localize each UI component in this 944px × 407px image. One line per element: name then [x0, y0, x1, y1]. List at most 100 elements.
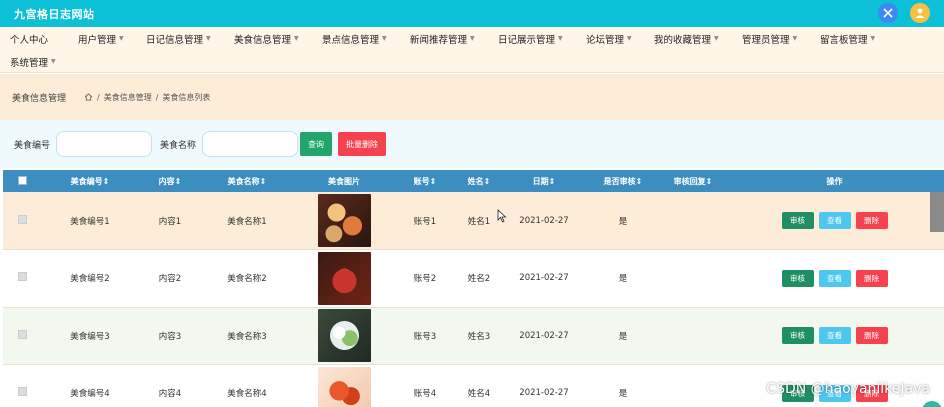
batch-delete-button[interactable]: 批量删除: [338, 132, 387, 156]
table-header-row: 美食编号⇕ 内容⇕ 美食名称⇕ 美食图片 账号⇕ 姓名⇕ 日期⇕ 是否审核⇕ 审…: [3, 170, 944, 192]
col-header[interactable]: 姓名⇕: [455, 170, 503, 192]
nav-user-mgmt[interactable]: 用户管理 ▼: [68, 32, 136, 46]
col-header[interactable]: 账号⇕: [395, 170, 455, 192]
cell-audited: 是: [618, 274, 628, 285]
col-label: 美食图片: [328, 176, 360, 186]
cell-person: 姓名1: [467, 216, 491, 227]
view-button[interactable]: 查看: [818, 212, 851, 229]
row-checkbox[interactable]: [17, 214, 27, 224]
delete-button[interactable]: 删除: [855, 269, 888, 287]
row-checkbox[interactable]: [17, 329, 27, 339]
cell-code: 美食编号1: [70, 216, 110, 227]
caret-down-icon: ▼: [51, 58, 56, 65]
search-bar: 美食编号 美食名称 查询 批量删除: [0, 120, 944, 168]
food-code-input[interactable]: [56, 131, 153, 157]
cell-audited: 是: [618, 389, 628, 400]
food-name-input[interactable]: [202, 131, 299, 157]
cell-audited: 是: [618, 216, 628, 227]
col-header[interactable]: 内容⇕: [139, 170, 201, 192]
select-all-cell: [3, 170, 41, 192]
nav-diary-display-mgmt[interactable]: 日记展示管理 ▼: [488, 32, 576, 46]
delete-button[interactable]: 删除: [855, 212, 888, 229]
food-image[interactable]: [317, 194, 371, 247]
nav-label: 景点信息管理: [322, 34, 380, 46]
select-all-checkbox[interactable]: [17, 175, 27, 185]
home-icon[interactable]: [84, 93, 93, 101]
nav-personal-center[interactable]: 个人中心: [0, 32, 68, 46]
nav-system-mgmt[interactable]: 系统管理 ▼: [0, 55, 56, 69]
caret-down-icon: ▼: [382, 35, 387, 42]
nav-news-mgmt[interactable]: 新闻推荐管理 ▼: [400, 32, 488, 46]
nav-forum-mgmt[interactable]: 论坛管理 ▼: [576, 32, 644, 46]
view-button[interactable]: 查看: [818, 269, 851, 287]
col-label: 账号: [413, 176, 430, 186]
user-icon: [915, 8, 925, 18]
settings-icon[interactable]: [878, 3, 898, 23]
cell-person: 姓名2: [467, 274, 491, 285]
table-row[interactable]: 美食编号3 内容3 美食名称3 账号3 姓名3 2021-02-27 是 审核 …: [3, 307, 944, 365]
view-button[interactable]: 查看: [818, 327, 851, 345]
nav-label: 日记信息管理: [146, 34, 204, 46]
col-label: 日期: [532, 176, 549, 186]
row-checkbox[interactable]: [17, 387, 27, 397]
sort-icon: ⇕: [174, 176, 182, 186]
row-checkbox[interactable]: [17, 272, 27, 282]
sort-icon: ⇕: [635, 176, 643, 186]
search-label-code: 美食编号: [14, 140, 51, 151]
breadcrumb-sep: /: [97, 92, 100, 102]
nav-diary-mgmt[interactable]: 日记信息管理 ▼: [136, 32, 224, 46]
cell-person: 姓名3: [467, 331, 491, 342]
food-image[interactable]: [317, 251, 371, 305]
cell-date: 2021-02-27: [519, 388, 569, 399]
food-image[interactable]: [317, 366, 371, 407]
search-button[interactable]: 查询: [300, 132, 333, 156]
nav-scenic-mgmt[interactable]: 景点信息管理 ▼: [312, 32, 400, 46]
caret-down-icon: ▼: [470, 35, 475, 42]
cell-name: 美食名称1: [227, 216, 267, 227]
cell-content: 内容3: [158, 331, 182, 342]
cell-reply: [661, 250, 725, 308]
nav-favorites-mgmt[interactable]: 我的收藏管理 ▼: [644, 32, 732, 46]
scrollbar-thumb[interactable]: [930, 192, 944, 232]
breadcrumb-item: 美食信息列表: [162, 92, 211, 102]
breadcrumb: 美食信息管理 / 美食信息管理 / 美食信息列表: [0, 74, 944, 120]
delete-button[interactable]: 删除: [855, 327, 888, 345]
food-image[interactable]: [317, 309, 371, 363]
cell-date: 2021-02-27: [519, 330, 569, 341]
search-label-name: 美食名称: [160, 140, 197, 151]
row-actions: 审核 查看 删除: [725, 212, 944, 229]
nav-admin-mgmt[interactable]: 管理员管理 ▼: [732, 32, 810, 46]
caret-down-icon: ▼: [294, 35, 299, 42]
caret-down-icon: ▼: [627, 35, 632, 42]
col-header[interactable]: 是否审核⇕: [585, 170, 661, 192]
row-actions: 审核 查看 删除: [725, 327, 944, 345]
col-header[interactable]: 美食编号⇕: [41, 170, 139, 192]
table-row[interactable]: 美食编号2 内容2 美食名称2 账号2 姓名2 2021-02-27 是 审核 …: [3, 249, 944, 308]
breadcrumb-sep: /: [155, 92, 159, 102]
nav-label: 我的收藏管理: [654, 34, 712, 46]
col-header[interactable]: 日期⇕: [503, 170, 585, 192]
audit-button[interactable]: 审核: [781, 327, 814, 345]
caret-down-icon: ▼: [714, 35, 719, 42]
avatar-icon[interactable]: [910, 3, 930, 23]
col-header[interactable]: 审核回复⇕: [661, 170, 725, 192]
cell-account: 账号4: [413, 389, 437, 400]
nav-message-board-mgmt[interactable]: 留言板管理 ▼: [810, 32, 888, 46]
caret-down-icon: ▼: [792, 35, 798, 42]
nav-label: 管理员管理: [742, 34, 790, 46]
caret-down-icon: ▼: [870, 35, 876, 42]
watermark: CSDN @haoyanlikeJava: [766, 381, 930, 397]
nav-food-mgmt[interactable]: 美食信息管理 ▼: [224, 32, 312, 46]
sort-icon: ⇕: [705, 176, 713, 186]
cell-reply: [661, 365, 725, 407]
audit-button[interactable]: 审核: [781, 212, 814, 229]
audit-button[interactable]: 审核: [781, 269, 814, 287]
col-header[interactable]: 美食名称⇕: [201, 170, 293, 192]
breadcrumb-item[interactable]: 美食信息管理: [104, 92, 152, 103]
top-icons: [878, 3, 930, 23]
table-row[interactable]: 美食编号1 内容1 美食名称1 账号1 姓名1 2021-02-27 是 审核 …: [3, 192, 944, 250]
breadcrumb-path: / 美食信息管理 / 美食信息列表: [84, 92, 210, 103]
nav-label: 留言板管理: [820, 34, 868, 46]
sort-icon: ⇕: [102, 176, 110, 186]
page-title: 美食信息管理: [12, 93, 67, 104]
